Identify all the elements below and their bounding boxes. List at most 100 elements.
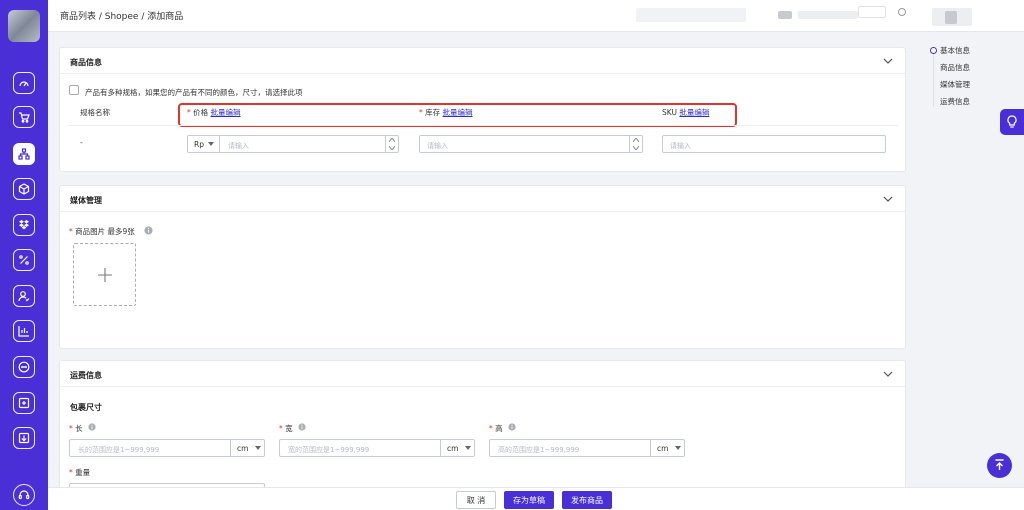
height-unit: cm — [657, 444, 669, 453]
spec-value: - — [80, 138, 83, 147]
footer-bar: 取 消 存为草稿 发布商品 — [48, 487, 1024, 510]
chevron-down-icon[interactable] — [883, 57, 893, 65]
height-placeholder: 高的范围应是1~999,999 — [498, 446, 580, 454]
table-divider — [68, 125, 898, 126]
shipping-header[interactable]: 运费信息 — [60, 361, 905, 387]
info-icon[interactable] — [144, 226, 153, 235]
width-unit-select[interactable]: cm — [440, 440, 474, 456]
product-info-card: 商品信息 产品有多种规格，如果您的产品有不同的颜色，尺寸，请选择此项 规格名称 … — [59, 47, 906, 172]
blurred-button[interactable] — [858, 6, 886, 18]
caret-down-icon — [465, 446, 471, 450]
price-placeholder: 请输入 — [228, 142, 249, 150]
stock-stepper[interactable] — [629, 136, 642, 152]
stock-placeholder: 请输入 — [427, 142, 448, 150]
media-card: 媒体管理 * 商品图片 最多9张 — [59, 185, 906, 349]
publish-button[interactable]: 发布商品 — [562, 491, 612, 509]
width-label: * 宽 — [279, 424, 293, 433]
width-placeholder: 宽的范围应是1~999,999 — [288, 446, 370, 454]
anchor-shipping[interactable]: 运费信息 — [940, 96, 970, 107]
price-input[interactable]: Rp 请输入 — [187, 135, 399, 153]
height-input[interactable]: 高的范围应是1~999,999 cm — [489, 439, 685, 457]
width-label-text: 宽 — [285, 424, 293, 433]
anchor-product-info[interactable]: 商品信息 — [940, 62, 970, 73]
customer-icon[interactable] — [13, 285, 35, 307]
currency-select[interactable]: Rp — [188, 136, 220, 152]
sidebar — [0, 0, 48, 510]
blurred-region — [778, 11, 792, 19]
info-icon[interactable] — [508, 423, 516, 431]
stock-input[interactable]: 请输入 — [419, 135, 643, 153]
cancel-button[interactable]: 取 消 — [456, 491, 496, 509]
package-size-title: 包裹尺寸 — [70, 403, 102, 412]
store-icon[interactable] — [13, 392, 35, 414]
package-icon[interactable] — [13, 178, 35, 200]
blurred-shop-selector[interactable] — [636, 8, 746, 22]
blurred-text — [798, 11, 858, 19]
anchor-media[interactable]: 媒体管理 — [940, 79, 970, 90]
length-unit-select[interactable]: cm — [230, 440, 264, 456]
length-unit: cm — [237, 444, 249, 453]
anchor-line — [933, 53, 934, 107]
store-avatar[interactable] — [8, 10, 40, 42]
stepper-up-icon[interactable] — [633, 138, 639, 142]
weight-label: * 重量 — [69, 468, 91, 477]
anchor-basic-info[interactable]: 基本信息 — [940, 45, 970, 56]
stepper-down-icon[interactable] — [389, 146, 395, 150]
length-placeholder: 长的范围应是1~999,999 — [78, 446, 160, 454]
top-bar: 商品列表 / Shopee / 添加商品 — [48, 0, 1024, 32]
caret-down-icon — [255, 446, 261, 450]
weight-label-text: 重量 — [75, 468, 91, 477]
length-input[interactable]: 长的范围应是1~999,999 cm — [69, 439, 265, 457]
media-header[interactable]: 媒体管理 — [60, 186, 905, 212]
tips-button[interactable] — [1000, 109, 1024, 135]
shipping-title: 运费信息 — [70, 371, 102, 380]
width-input[interactable]: 宽的范围应是1~999,999 cm — [279, 439, 475, 457]
chevron-down-icon[interactable] — [883, 370, 893, 378]
chat-icon[interactable] — [13, 356, 35, 378]
save-draft-button[interactable]: 存为草稿 — [504, 491, 554, 509]
height-label-text: 高 — [495, 424, 503, 433]
support-icon[interactable] — [13, 484, 35, 506]
breadcrumb: 商品列表 / Shopee / 添加商品 — [60, 12, 184, 22]
percent-icon[interactable] — [13, 249, 35, 271]
avatar[interactable] — [945, 11, 957, 24]
cart-icon[interactable] — [13, 106, 35, 128]
dropbox-icon[interactable] — [13, 214, 35, 236]
caret-down-icon — [208, 142, 214, 146]
product-info-title: 商品信息 — [70, 58, 102, 67]
stepper-up-icon[interactable] — [389, 138, 395, 142]
anchor-dot — [930, 47, 937, 54]
info-icon[interactable] — [298, 423, 306, 431]
product-info-header[interactable]: 商品信息 — [60, 48, 905, 74]
help-icon[interactable] — [898, 8, 906, 16]
back-to-top-button[interactable] — [987, 453, 1012, 478]
image-upload-box[interactable] — [73, 243, 136, 306]
highlight-box — [178, 103, 737, 127]
product-images-label: * 商品图片 最多9张 — [69, 227, 135, 236]
stepper-down-icon[interactable] — [633, 146, 639, 150]
height-unit-select[interactable]: cm — [650, 440, 684, 456]
variation-checkbox[interactable] — [69, 85, 79, 95]
variation-checkbox-label: 产品有多种规格，如果您的产品有不同的颜色，尺寸，请选择此项 — [85, 88, 303, 97]
plus-icon — [98, 268, 112, 282]
dashboard-icon[interactable] — [13, 72, 35, 94]
caret-down-icon — [675, 446, 681, 450]
length-label-text: 长 — [75, 424, 83, 433]
media-title: 媒体管理 — [70, 196, 102, 205]
width-unit: cm — [447, 444, 459, 453]
lightbulb-icon — [1007, 115, 1017, 128]
price-stepper[interactable] — [385, 136, 398, 152]
spec-name-header: 规格名称 — [80, 108, 110, 117]
product-images-label-text: 商品图片 最多9张 — [75, 227, 135, 236]
info-icon[interactable] — [88, 423, 96, 431]
chevron-down-icon[interactable] — [883, 195, 893, 203]
sku-input[interactable]: 请输入 — [662, 135, 886, 153]
length-label: * 长 — [69, 424, 83, 433]
arrow-up-icon — [995, 459, 1004, 470]
sku-placeholder: 请输入 — [670, 142, 691, 150]
import-icon[interactable] — [13, 427, 35, 449]
anchor-nav: 基本信息 商品信息 媒体管理 运费信息 — [930, 45, 1010, 107]
product-tree-icon[interactable] — [13, 143, 35, 165]
currency-value: Rp — [194, 140, 204, 149]
analytics-icon[interactable] — [13, 320, 35, 342]
